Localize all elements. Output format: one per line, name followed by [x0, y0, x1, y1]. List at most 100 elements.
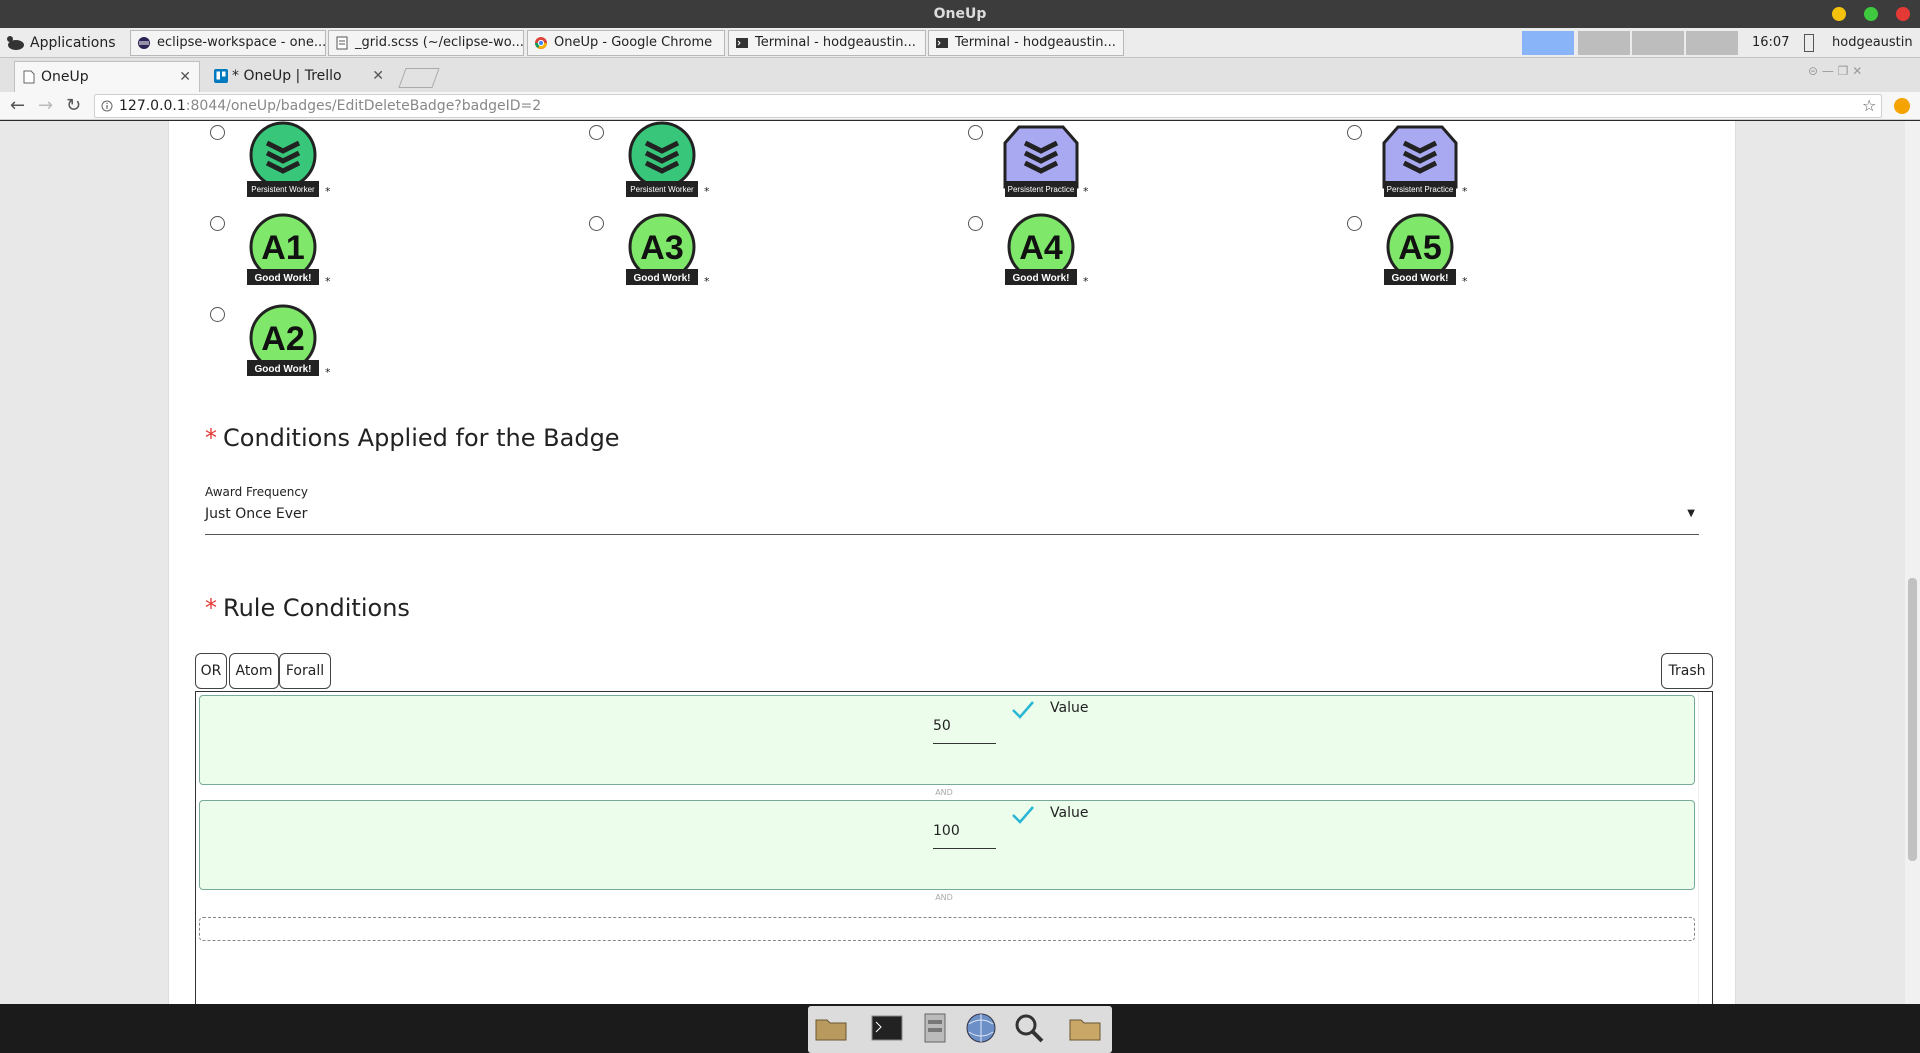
checkmark-icon[interactable]	[1010, 698, 1036, 722]
tab-label: OneUp	[41, 69, 89, 85]
rule-value-field[interactable]: 50	[933, 706, 996, 744]
url-host: 127.0.0.1	[119, 98, 186, 114]
terminal-icon[interactable]	[870, 1012, 904, 1044]
task-label: _grid.scss (~/eclipse-wo...	[355, 35, 524, 50]
badge-caption: Persistent Worker	[251, 185, 315, 194]
conditions-title: Conditions Applied for the Badge	[223, 424, 620, 452]
window-titlebar: OneUp	[0, 0, 1920, 28]
badge-asterisk: *	[325, 366, 331, 379]
rule-workspace[interactable]: 50 Value AND 100 Value AND	[195, 691, 1713, 1004]
rule-drop-zone[interactable]	[199, 917, 1695, 941]
task-eclipse[interactable]: eclipse-workspace - one...	[130, 30, 326, 56]
workspace-4[interactable]	[1686, 31, 1738, 55]
reload-icon[interactable]: ↻	[66, 95, 81, 117]
badge-radio[interactable]	[968, 125, 983, 140]
badge-radio[interactable]	[589, 216, 604, 231]
workspace-3[interactable]	[1632, 31, 1684, 55]
extension-icon[interactable]	[1894, 98, 1910, 114]
and-separator: AND	[935, 788, 953, 797]
badge-caption: Persistent Practice	[1387, 185, 1454, 194]
chrome-icon	[535, 37, 547, 49]
checkmark-icon[interactable]	[1010, 803, 1036, 827]
workspace-switcher[interactable]	[1522, 31, 1738, 55]
badge-radio[interactable]	[1347, 216, 1362, 231]
task-label: eclipse-workspace - one...	[157, 35, 326, 50]
workspace-scrollbar[interactable]	[1698, 692, 1712, 1004]
close-tab-icon[interactable]: ✕	[372, 61, 384, 91]
task-grid-scss[interactable]: _grid.scss (~/eclipse-wo...	[328, 30, 524, 56]
folder-icon[interactable]	[1068, 1012, 1102, 1044]
page-scrollbar[interactable]	[1905, 121, 1920, 1004]
scrollbar-thumb[interactable]	[1908, 578, 1917, 861]
applications-menu[interactable]: Applications	[6, 30, 116, 56]
trash-button[interactable]: Trash	[1661, 653, 1713, 689]
badge-asterisk: *	[1462, 275, 1468, 288]
applications-label: Applications	[30, 35, 116, 51]
required-marker: *	[205, 424, 217, 452]
page-icon	[23, 70, 35, 84]
badge-caption: Good Work!	[1391, 273, 1448, 284]
badge-caption: Good Work!	[1012, 273, 1069, 284]
search-icon[interactable]	[1012, 1012, 1046, 1044]
minimize-button[interactable]	[1832, 7, 1846, 21]
browser-tabstrip: OneUp ✕ * OneUp | Trello ✕ ⊝ — ❐ ✕	[0, 58, 1920, 92]
badge-radio[interactable]	[210, 216, 225, 231]
badge-radio[interactable]	[210, 125, 225, 140]
badge-a5-icon: A5 Good Work!	[1384, 213, 1456, 285]
badge-asterisk: *	[704, 185, 710, 198]
badge-radio[interactable]	[1347, 125, 1362, 140]
rule-condition-1[interactable]: 50 Value	[199, 695, 1695, 785]
bookmark-star-icon[interactable]: ☆	[1862, 95, 1876, 117]
atom-block-button[interactable]: Atom	[229, 653, 279, 689]
task-terminal-1[interactable]: Terminal - hodgeaustin...	[728, 30, 926, 56]
window-title: OneUp	[933, 6, 987, 22]
file-manager-icon[interactable]	[918, 1012, 952, 1044]
rule-condition-2[interactable]: 100 Value	[199, 800, 1695, 890]
close-window-button[interactable]	[1896, 7, 1910, 21]
new-tab-button[interactable]	[398, 68, 440, 88]
tab-oneup[interactable]: OneUp ✕	[14, 61, 200, 92]
close-tab-icon[interactable]: ✕	[179, 62, 191, 92]
badge-radio[interactable]	[968, 216, 983, 231]
forall-block-button[interactable]: Forall	[279, 653, 331, 689]
page-viewport: Persistent Worker * Persistent Worker * …	[0, 121, 1905, 1004]
web-browser-icon[interactable]	[964, 1012, 998, 1044]
window-controls: ⊝ — ❐ ✕	[1808, 64, 1863, 78]
required-marker: *	[205, 594, 217, 622]
badge-letter: A3	[640, 229, 683, 267]
badge-asterisk: *	[1083, 275, 1089, 288]
badge-radio[interactable]	[210, 307, 225, 322]
terminal-icon	[736, 38, 748, 48]
award-frequency-label: Award Frequency	[205, 485, 309, 499]
and-separator: AND	[935, 893, 953, 902]
task-chrome[interactable]: OneUp - Google Chrome	[527, 30, 725, 56]
eclipse-icon	[138, 37, 150, 49]
dropdown-arrow-icon: ▼	[1687, 508, 1695, 519]
text-editor-icon	[336, 36, 348, 50]
badge-a1-icon: A1 Good Work!	[247, 213, 319, 285]
maximize-button[interactable]	[1864, 7, 1878, 21]
tab-trello[interactable]: * OneUp | Trello ✕	[206, 61, 392, 92]
badge-letter: A5	[1398, 229, 1441, 267]
battery-icon	[1804, 34, 1814, 52]
home-folder-icon[interactable]	[814, 1012, 848, 1044]
rule-value-field[interactable]: 100	[933, 811, 996, 849]
user-name[interactable]: hodgeaustin	[1832, 30, 1913, 56]
award-frequency-select[interactable]: Just Once Ever ▼	[205, 499, 1699, 535]
rule-conditions-title: Rule Conditions	[223, 594, 410, 622]
back-icon[interactable]: ←	[10, 95, 25, 117]
address-bar[interactable]: 127.0.0.1:8044/oneUp/badges/EditDeleteBa…	[94, 94, 1882, 118]
or-block-button[interactable]: OR	[195, 653, 227, 689]
terminal-icon	[936, 38, 948, 48]
task-terminal-2[interactable]: Terminal - hodgeaustin...	[928, 30, 1124, 56]
workspace-1[interactable]	[1522, 31, 1574, 55]
workspace-2[interactable]	[1578, 31, 1630, 55]
badge-radio[interactable]	[589, 125, 604, 140]
badge-letter: A2	[261, 320, 304, 358]
forward-icon[interactable]: →	[38, 95, 53, 117]
desktop-taskbar: Applications eclipse-workspace - one... …	[0, 28, 1920, 58]
task-label: Terminal - hodgeaustin...	[955, 35, 1116, 50]
badge-asterisk: *	[1083, 185, 1089, 198]
badge-caption: Good Work!	[254, 364, 311, 375]
rule-conditions-heading: * Rule Conditions	[205, 594, 410, 622]
